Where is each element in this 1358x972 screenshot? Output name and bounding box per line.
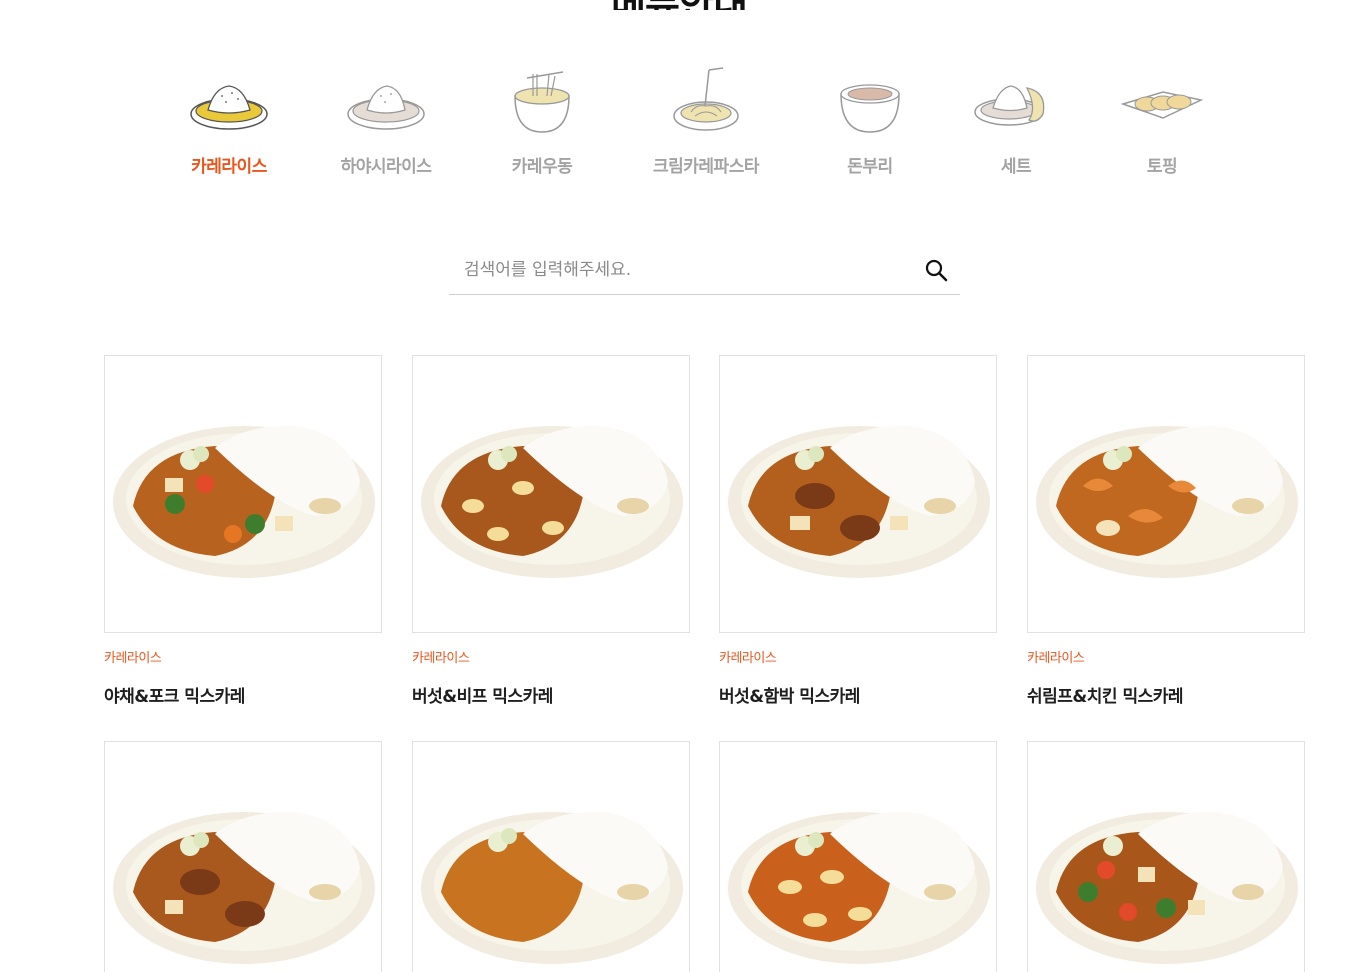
curry-plate-image (728, 425, 990, 578)
menu-thumbnail[interactable] (719, 741, 997, 972)
curry-plate-image (113, 811, 375, 964)
curry-plate-image (113, 425, 375, 578)
menu-thumbnail[interactable] (104, 741, 382, 972)
menu-card[interactable] (104, 741, 382, 972)
curry-plate-image (728, 811, 990, 964)
menu-thumbnail[interactable] (719, 355, 997, 633)
curry-plate-image (1036, 811, 1298, 964)
search-bar (449, 246, 960, 295)
menu-name[interactable]: 버섯&비프 믹스카레 (412, 682, 690, 707)
category-label: 돈부리 (847, 157, 893, 177)
menu-name[interactable]: 쉬림프&치킨 믹스카레 (1027, 682, 1305, 707)
tab-hayashi-rice[interactable]: 하야시라이스 (316, 66, 456, 177)
tab-topping[interactable]: 토핑 (1092, 66, 1232, 177)
tab-curry-rice[interactable]: 카레라이스 (159, 66, 299, 177)
menu-card[interactable] (719, 741, 997, 972)
search-icon[interactable] (924, 258, 950, 284)
category-label: 하야시라이스 (340, 157, 432, 177)
menu-category-tag: 카레라이스 (1027, 651, 1085, 666)
hayashi-rice-icon (347, 85, 425, 130)
category-label: 카레라이스 (191, 157, 267, 177)
menu-thumbnail[interactable] (412, 355, 690, 633)
category-label: 토핑 (1146, 157, 1178, 177)
menu-thumbnail[interactable] (1027, 355, 1305, 633)
set-icon (974, 85, 1045, 126)
tab-set[interactable]: 세트 (946, 66, 1086, 177)
topping-icon (1120, 91, 1204, 119)
menu-category-tag: 카레라이스 (104, 651, 162, 666)
curry-plate-image (421, 425, 683, 578)
curry-plate-image (1036, 425, 1298, 578)
menu-card[interactable]: 카레라이스 야채&포크 믹스카레 (104, 355, 382, 707)
curry-udon-icon (514, 71, 570, 133)
menu-thumbnail[interactable] (104, 355, 382, 633)
category-label: 크림카레파스타 (653, 157, 759, 177)
search-input[interactable] (449, 254, 909, 286)
curry-rice-icon (190, 85, 268, 130)
donburi-icon (840, 84, 900, 133)
menu-name[interactable]: 야채&포크 믹스카레 (104, 682, 382, 707)
menu-category-tag: 카레라이스 (719, 651, 777, 666)
menu-card[interactable]: 카레라이스 버섯&함박 믹스카레 (719, 355, 997, 707)
menu-card[interactable]: 카레라이스 쉬림프&치킨 믹스카레 (1027, 355, 1305, 707)
menu-thumbnail[interactable] (412, 741, 690, 972)
menu-category-tag: 카레라이스 (412, 651, 470, 666)
page-title: 메뉴안내 (0, 0, 1358, 10)
curry-plate-image (421, 811, 683, 964)
tab-donburi[interactable]: 돈부리 (800, 66, 940, 177)
cream-curry-pasta-icon (673, 67, 739, 131)
category-label: 카레우동 (511, 157, 573, 177)
menu-card[interactable] (412, 741, 690, 972)
menu-name[interactable]: 버섯&함박 믹스카레 (719, 682, 997, 707)
category-nav: 카레라이스 하야시라이스 카레우동 크림카레파스타 돈부리 세트 토핑 (0, 66, 1358, 196)
menu-thumbnail[interactable] (1027, 741, 1305, 972)
tab-cream-curry-pasta[interactable]: 크림카레파스타 (636, 66, 776, 177)
tab-curry-udon[interactable]: 카레우동 (472, 66, 612, 177)
menu-card[interactable] (1027, 741, 1305, 972)
menu-card[interactable]: 카레라이스 버섯&비프 믹스카레 (412, 355, 690, 707)
category-label: 세트 (1000, 157, 1032, 177)
